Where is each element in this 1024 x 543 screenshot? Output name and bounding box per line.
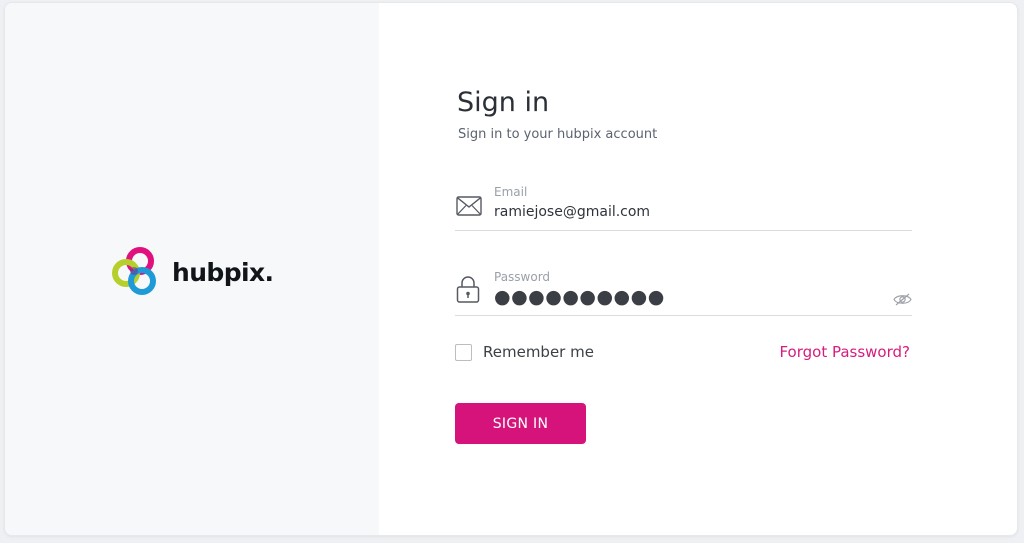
remember-me-label[interactable]: Remember me (483, 343, 594, 361)
eye-icon[interactable] (893, 291, 912, 310)
page-subtitle: Sign in to your hubpix account (458, 127, 658, 142)
brand-logo: hubpix. (112, 246, 274, 298)
form-panel: Sign in Sign in to your hubpix account E… (379, 3, 1017, 535)
login-card: hubpix. Sign in Sign in to your hubpix a… (4, 2, 1018, 536)
brand-name: hubpix. (172, 257, 274, 287)
page-title: Sign in (457, 87, 550, 118)
email-label: Email (494, 185, 528, 199)
email-input[interactable]: ramiejose@gmail.com (494, 204, 650, 220)
password-input[interactable]: ●●●●●●●●●● (494, 286, 665, 308)
forgot-password-link[interactable]: Forgot Password? (779, 343, 910, 361)
remember-me[interactable]: Remember me (455, 343, 594, 361)
envelope-icon (456, 196, 482, 220)
lock-icon (456, 275, 480, 307)
brand-panel: hubpix. (5, 3, 379, 535)
hubpix-logo-icon (112, 247, 156, 295)
email-field[interactable]: Email ramiejose@gmail.com (455, 181, 912, 231)
password-field[interactable]: Password ●●●●●●●●●● (455, 266, 912, 316)
sign-in-button[interactable]: SIGN IN (455, 403, 586, 444)
remember-me-checkbox[interactable] (455, 343, 472, 361)
password-label: Password (494, 270, 551, 284)
